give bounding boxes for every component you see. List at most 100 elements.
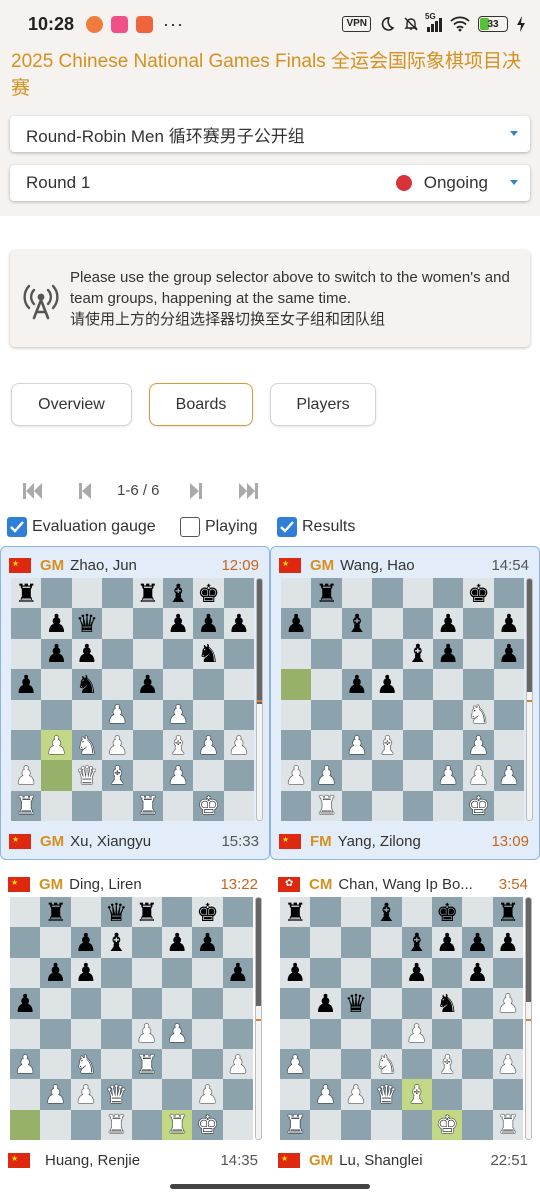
square-a6: ♟ [280, 957, 311, 989]
battery-icon: 33 [478, 16, 508, 32]
next-page-icon[interactable] [189, 482, 203, 500]
square-e6: ♟ [401, 957, 432, 989]
game-card[interactable]: ★ GM Wang, Hao 14:54 ♜ ♚ ♟ ♝ ♟ ♟ ♝ ♟ ♟ ♟ ♟ ♞ ♟ ♝ ♟ ♟ ♟ ♟ ♟ ♟ ♜ ♚ ★… [270, 546, 540, 860]
square-h6 [492, 957, 524, 989]
square-b7 [40, 927, 71, 958]
playing-checkbox[interactable] [180, 517, 200, 537]
square-e3 [132, 729, 163, 761]
square-g3 [462, 1048, 493, 1080]
first-page-icon[interactable] [22, 482, 44, 500]
square-h1 [223, 790, 255, 822]
square-g3 [192, 1048, 223, 1080]
square-b1: ♜ [311, 790, 342, 822]
square-e7 [132, 608, 163, 639]
player-top[interactable]: ★ GM Ding, Liren 13:22 [8, 873, 264, 895]
round-select[interactable]: Round 1 Ongoing [10, 165, 530, 201]
black-pawn-icon: ♟ [227, 609, 251, 639]
square-b5: ♟ [310, 988, 341, 1019]
square-e4 [402, 699, 433, 730]
black-pawn-icon: ♟ [496, 928, 520, 958]
group-select[interactable]: Round-Robin Men 循环赛男子公开组 [10, 116, 530, 152]
player-name: Zhao, Jun [70, 556, 137, 574]
results-checkbox[interactable] [277, 517, 297, 537]
square-a8 [281, 578, 312, 609]
square-c8 [341, 578, 373, 609]
white-pawn-icon: ♟ [165, 1019, 189, 1049]
china-flag-icon: ★ [278, 1152, 300, 1168]
game-card[interactable]: ★ GM Zhao, Jun 12:09 ♜ ♜ ♝ ♚ ♟ ♛ ♟ ♟ ♟ ♟ ♟ ♞ ♟ ♞ ♟ ♟ ♟ ♟ ♞ ♟ ♝ ♟ ♟… [0, 546, 270, 860]
tab-boards[interactable]: Boards [149, 383, 253, 426]
white-pawn-icon: ♟ [467, 730, 490, 760]
square-g2 [193, 760, 224, 791]
evaluation-gauge-black [257, 579, 262, 705]
square-f8 [161, 897, 193, 928]
square-h8: ♜ [492, 897, 524, 928]
black-pawn-icon: ♟ [75, 639, 99, 669]
player-bottom[interactable]: ★ Huang, Renjie 14:35 [8, 1149, 264, 1171]
tab-players[interactable]: Players [270, 383, 376, 426]
game-card[interactable]: ✿ CM Chan, Wang Ip Bo... 3:54 ♜ ♝ ♚ ♜ ♝ ♟ ♟ ♟ ♟ ♟ ♟ ♟ ♛ ♞… [270, 866, 540, 1180]
player-bottom[interactable]: ★ GM Lu, Shanglei 22:51 [278, 1149, 534, 1171]
notification-app-icon [136, 15, 154, 33]
china-flag-icon: ★ [9, 557, 31, 573]
square-d8: ♛ [101, 897, 132, 928]
player-top[interactable]: ✿ CM Chan, Wang Ip Bo... 3:54 [278, 873, 534, 895]
evaluation-gauge-midline [526, 1018, 531, 1021]
square-b1 [41, 790, 72, 822]
chess-board[interactable]: ♜ ♚ ♟ ♝ ♟ ♟ ♝ ♟ ♟ ♟ ♟ ♞ ♟ ♝ ♟ ♟ ♟ ♟ ♟ ♟ ♜ ♚ [281, 578, 525, 822]
white-queen-icon: ♛ [105, 1080, 128, 1110]
game-card[interactable]: ★ GM Ding, Liren 13:22 ♜ ♛ ♜ ♚ ♟ ♝ ♟ ♟ ♟ ♟ ♟ ♟ ♟ ♟ ♟ ♞ ♜ ♟ ♟ ♟ ♛… [0, 866, 270, 1180]
evaluation-gauge-checkbox[interactable] [7, 517, 27, 537]
square-h2: ♟ [493, 760, 525, 791]
square-d6 [372, 638, 403, 670]
square-d3: ♞ [371, 1048, 402, 1080]
square-a5: ♟ [10, 988, 41, 1019]
black-rook-icon: ♜ [44, 897, 67, 927]
last-page-icon[interactable] [237, 482, 259, 500]
square-f6 [431, 957, 463, 989]
square-d5 [371, 988, 402, 1019]
player-bottom[interactable]: ★ GM Xu, Xiangyu 15:33 [9, 830, 265, 852]
black-bishop-icon: ♝ [375, 897, 398, 927]
square-e6 [131, 957, 162, 989]
evaluation-gauge-black [256, 898, 261, 1007]
round-select-value: Round 1 [26, 173, 91, 192]
square-f1 [432, 790, 464, 822]
square-h7 [222, 927, 254, 958]
square-d2: ♛ [101, 1079, 132, 1110]
charging-icon [517, 16, 525, 32]
round-status: Ongoing [423, 173, 488, 192]
player-top[interactable]: ★ GM Zhao, Jun 12:09 [9, 554, 265, 576]
page-title: 2025 Chinese National Games Finals 全运会国际… [11, 51, 522, 99]
chess-board[interactable]: ♜ ♜ ♝ ♚ ♟ ♛ ♟ ♟ ♟ ♟ ♟ ♞ ♟ ♞ ♟ ♟ ♟ ♟ ♞ ♟ ♝ ♟ ♟ ♟ ♛ ♝ ♟ ♜ ♜ ♚ [11, 578, 255, 822]
square-e2 [131, 1079, 162, 1110]
gesture-bar [170, 1184, 370, 1189]
evaluation-gauge-midline [256, 1018, 261, 1021]
black-bishop-icon: ♝ [166, 578, 190, 608]
square-d2 [372, 760, 403, 791]
evaluation-gauge-midline [527, 699, 532, 702]
square-e4: ♟ [131, 1018, 162, 1049]
square-a7 [11, 608, 42, 639]
chess-board[interactable]: ♜ ♝ ♚ ♜ ♝ ♟ ♟ ♟ ♟ ♟ ♟ ♟ ♛ ♞ ♟ ♟ ♟ ♞ ♝ ♟ ♟ ♟ ♛ ♝ ♜ ♚ ♜ [280, 897, 524, 1141]
square-a1: ♜ [11, 790, 42, 822]
square-a8: ♜ [280, 897, 311, 928]
square-a4 [280, 1018, 311, 1049]
square-h7: ♟ [493, 608, 525, 639]
battery-level: 33 [487, 18, 499, 30]
square-c1 [340, 1109, 372, 1141]
white-rook-icon: ♜ [315, 791, 338, 821]
square-e5: ♟ [132, 669, 163, 700]
white-pawn-icon: ♟ [45, 730, 68, 760]
chess-board[interactable]: ♜ ♛ ♜ ♚ ♟ ♝ ♟ ♟ ♟ ♟ ♟ ♟ ♟ ♟ ♟ ♞ ♜ ♟ ♟ ♟ ♛ ♟ ♜ ♜ ♚ [10, 897, 254, 1141]
previous-page-icon[interactable] [78, 482, 92, 500]
square-b2: ♟ [310, 1079, 341, 1110]
tab-overview[interactable]: Overview [11, 383, 132, 426]
white-king-icon: ♚ [435, 1110, 459, 1140]
black-rook-icon: ♜ [136, 578, 159, 608]
square-c2: ♟ [70, 1079, 102, 1110]
black-pawn-icon: ♟ [136, 669, 159, 699]
player-top[interactable]: ★ GM Wang, Hao 14:54 [279, 554, 535, 576]
square-g5 [462, 988, 493, 1019]
player-bottom[interactable]: ★ FM Yang, Zilong 13:09 [279, 830, 535, 852]
